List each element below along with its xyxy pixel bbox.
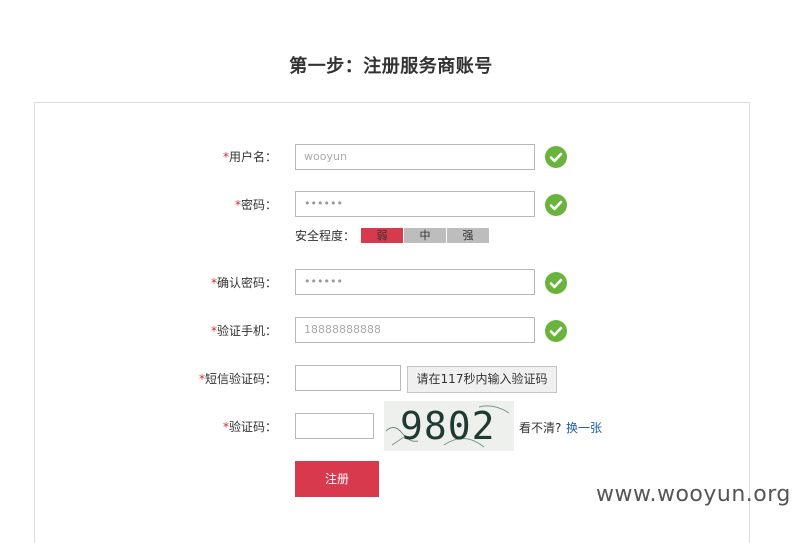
confirm-password-input[interactable]: ••••••	[295, 269, 535, 295]
captcha-text: 9802	[400, 404, 496, 448]
strength-strong: 强	[447, 228, 489, 243]
check-icon	[545, 194, 567, 216]
check-icon	[545, 146, 567, 168]
sms-code-label: *短信验证码：	[198, 372, 277, 386]
strength-weak: 弱	[361, 228, 403, 243]
sms-code-input[interactable]	[295, 365, 401, 391]
register-button[interactable]: 注册	[295, 461, 379, 497]
strength-medium: 中	[404, 228, 446, 243]
captcha-input[interactable]	[295, 413, 374, 439]
password-input[interactable]: ••••••	[295, 191, 535, 217]
phone-input[interactable]: 18888888888	[295, 317, 535, 343]
password-label: *密码：	[234, 198, 277, 212]
captcha-refresh-link[interactable]: 换一张	[566, 419, 602, 436]
username-label: *用户名：	[222, 150, 277, 164]
check-icon	[545, 320, 567, 342]
page-title: 第一步：注册服务商账号	[289, 56, 493, 77]
check-icon	[545, 272, 567, 294]
confirm-password-label: *确认密码：	[210, 276, 277, 290]
captcha-unclear-text: 看不清?	[519, 421, 562, 435]
strength-label: 安全程度：	[295, 229, 356, 243]
sms-countdown-button[interactable]: 请在117秒内输入验证码	[407, 366, 557, 393]
username-input[interactable]: wooyun	[295, 144, 535, 170]
captcha-image[interactable]: 9802	[384, 401, 514, 451]
phone-label: *验证手机：	[210, 324, 277, 338]
watermark: www.wooyun.org	[596, 482, 791, 507]
captcha-label: *验证码：	[222, 420, 277, 434]
